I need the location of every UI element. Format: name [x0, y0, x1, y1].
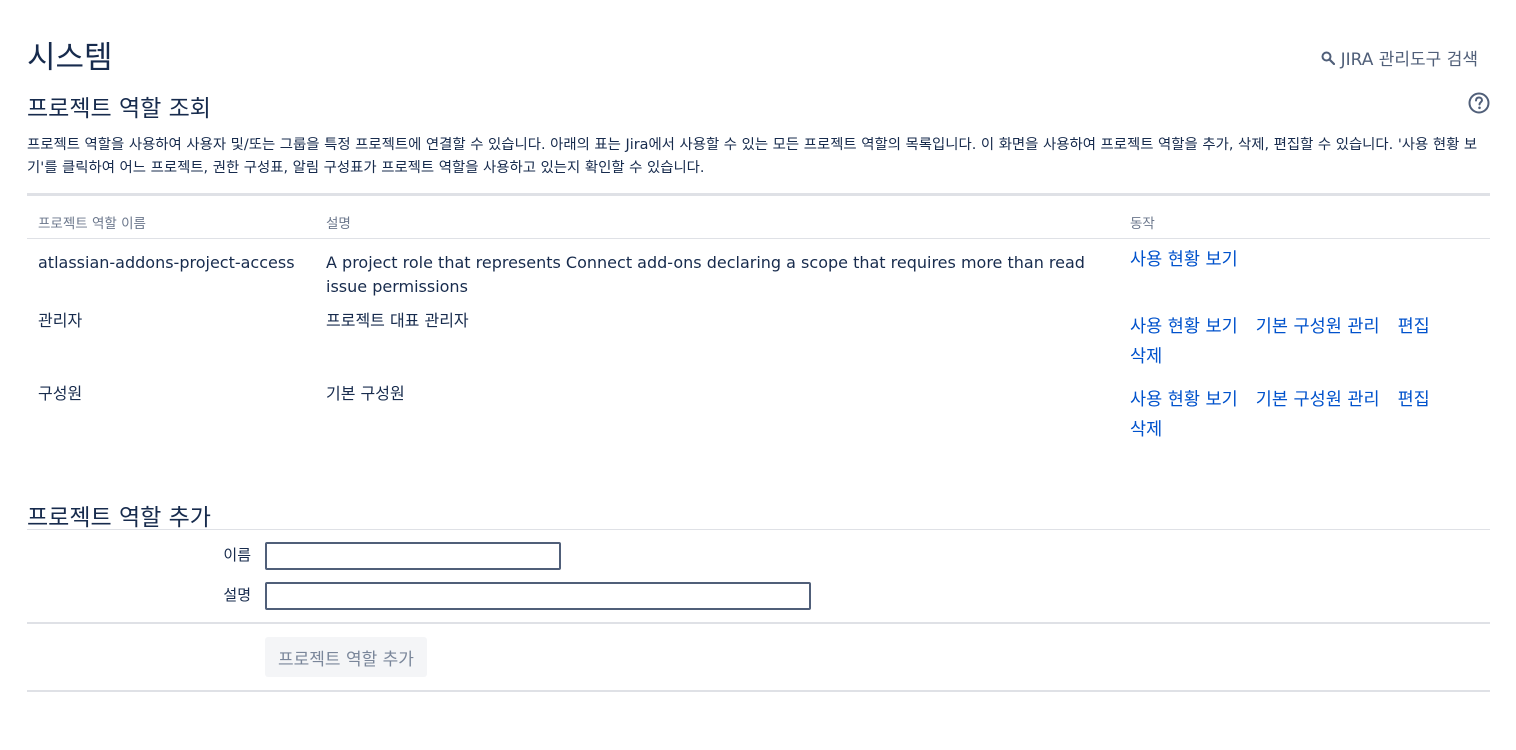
edit-link[interactable]: 편집 [1398, 312, 1430, 342]
divider [27, 529, 1490, 530]
table-row: 구성원 기본 구성원 사용 현황 보기 기본 구성원 관리 편집삭제 [27, 376, 1490, 449]
manage-default-members-link[interactable]: 기본 구성원 관리 [1256, 385, 1380, 415]
role-name: 관리자 [38, 311, 83, 330]
role-name: 구성원 [38, 384, 83, 403]
delete-link[interactable]: 삭제 [1130, 342, 1162, 372]
role-actions: 사용 현황 보기 기본 구성원 관리 편집삭제 [1119, 376, 1490, 449]
edit-link[interactable]: 편집 [1398, 385, 1430, 415]
view-usage-link[interactable]: 사용 현황 보기 [1130, 245, 1238, 275]
add-role-title: 프로젝트 역할 추가 [27, 505, 211, 531]
view-usage-link[interactable]: 사용 현황 보기 [1130, 312, 1238, 342]
header-description: 설명 [315, 196, 1119, 239]
role-name: atlassian-addons-project-access [38, 253, 295, 272]
admin-search-link[interactable]: JIRA 관리도구 검색 [1321, 45, 1478, 70]
delete-link[interactable]: 삭제 [1130, 415, 1162, 445]
role-actions: 사용 현황 보기 기본 구성원 관리 편집삭제 [1119, 303, 1490, 376]
description-input[interactable] [265, 582, 811, 610]
name-label: 이름 [223, 546, 251, 564]
divider [27, 690, 1490, 692]
roles-table-container: 프로젝트 역할 이름 설명 동작 atlassian-addons-projec… [27, 193, 1490, 449]
header-role-name: 프로젝트 역할 이름 [27, 196, 315, 239]
admin-search-label: JIRA 관리도구 검색 [1340, 50, 1478, 70]
table-row: 관리자 프로젝트 대표 관리자 사용 현황 보기 기본 구성원 관리 편집삭제 [27, 303, 1490, 376]
role-description: 기본 구성원 [326, 384, 405, 403]
divider [27, 622, 1490, 624]
view-roles-title: 프로젝트 역할 조회 [27, 96, 211, 122]
role-actions: 사용 현황 보기 [1119, 239, 1490, 304]
page-title: 시스템 [27, 40, 113, 76]
page: 시스템 JIRA 관리도구 검색 프로젝트 역할 조회 프로젝트 역할을 사용하… [0, 0, 1516, 750]
view-roles-description: 프로젝트 역할을 사용하여 사용자 및/또는 그룹을 특정 프로젝트에 연결할 … [27, 137, 1478, 176]
role-description: 프로젝트 대표 관리자 [326, 311, 469, 330]
role-description: A project role that represents Connect a… [326, 253, 1085, 296]
view-usage-link[interactable]: 사용 현황 보기 [1130, 385, 1238, 415]
help-icon[interactable] [1468, 92, 1490, 114]
description-label: 설명 [223, 586, 251, 604]
table-row: atlassian-addons-project-access A projec… [27, 239, 1490, 304]
header-actions: 동작 [1119, 196, 1490, 239]
roles-table: 프로젝트 역할 이름 설명 동작 atlassian-addons-projec… [27, 196, 1490, 449]
name-input[interactable] [265, 542, 561, 570]
search-icon [1321, 51, 1335, 65]
add-role-button[interactable]: 프로젝트 역할 추가 [265, 637, 427, 677]
manage-default-members-link[interactable]: 기본 구성원 관리 [1256, 312, 1380, 342]
table-header-row: 프로젝트 역할 이름 설명 동작 [27, 196, 1490, 239]
